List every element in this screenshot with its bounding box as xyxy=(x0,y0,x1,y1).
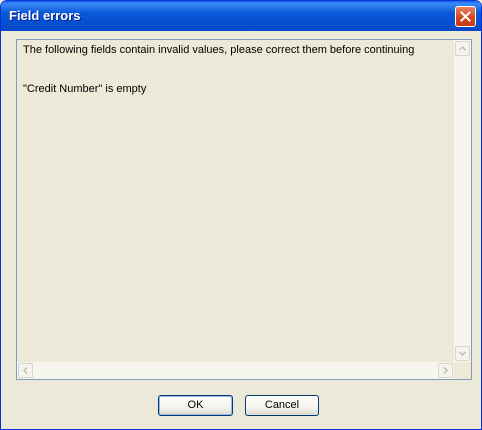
dialog-window: Field errors The following fields contai… xyxy=(0,0,482,430)
arrow-up-icon xyxy=(459,45,466,51)
vertical-scrollbar[interactable] xyxy=(454,40,471,362)
title-bar[interactable]: Field errors xyxy=(1,1,481,31)
scroll-left-button[interactable] xyxy=(18,363,33,378)
window-title: Field errors xyxy=(9,8,81,23)
error-message-area[interactable]: The following fields contain invalid val… xyxy=(16,39,472,380)
horizontal-scrollbar[interactable] xyxy=(17,362,454,379)
arrow-right-icon xyxy=(443,367,449,374)
scroll-up-button[interactable] xyxy=(455,41,470,56)
arrow-left-icon xyxy=(22,367,28,374)
dialog-body: The following fields contain invalid val… xyxy=(4,31,478,426)
error-message-text: The following fields contain invalid val… xyxy=(23,44,415,95)
cancel-button[interactable]: Cancel xyxy=(245,395,319,416)
arrow-down-icon xyxy=(459,351,466,357)
scroll-down-button[interactable] xyxy=(455,346,470,361)
ok-button[interactable]: OK xyxy=(158,395,233,416)
scrollbar-corner xyxy=(454,362,471,379)
close-button[interactable] xyxy=(455,6,476,27)
close-icon xyxy=(460,11,471,22)
scroll-right-button[interactable] xyxy=(438,363,453,378)
